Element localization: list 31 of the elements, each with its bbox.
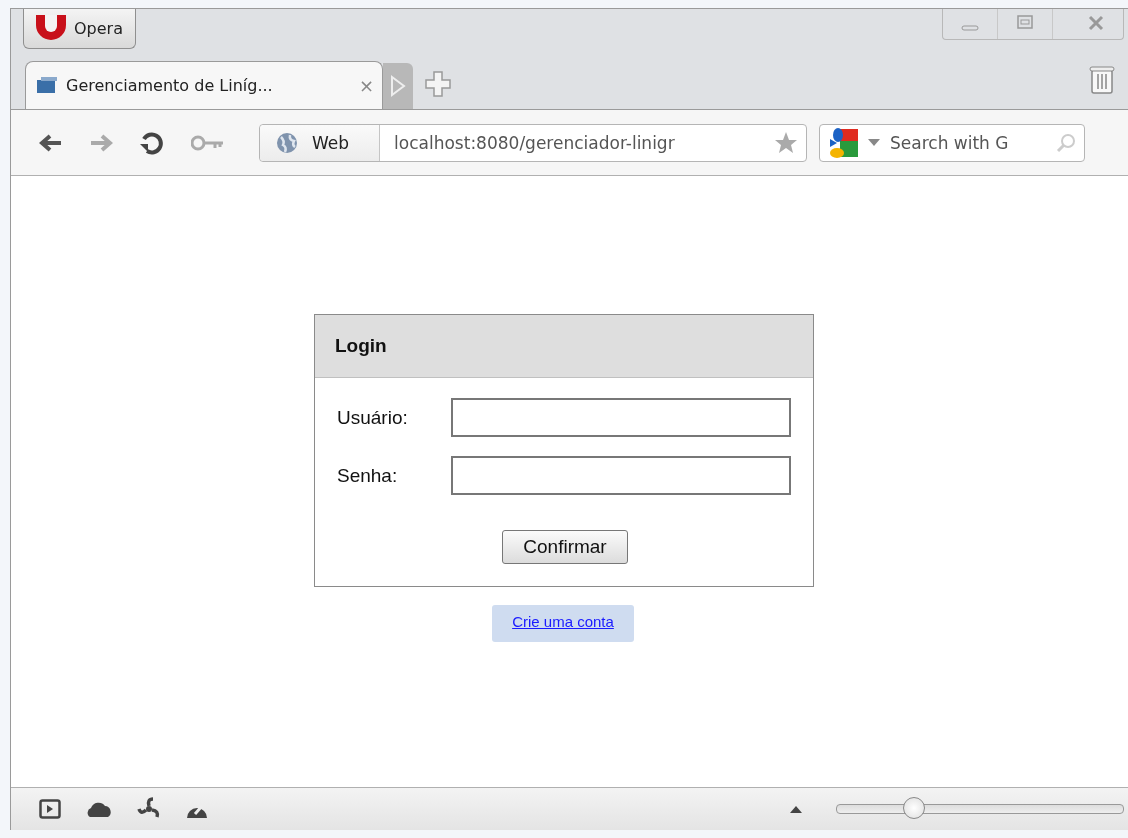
site-icon xyxy=(36,75,58,96)
field-label: Senha: xyxy=(337,464,399,487)
search-icon[interactable] xyxy=(1056,132,1076,153)
reload-icon[interactable] xyxy=(139,129,165,156)
search-engine-icon xyxy=(828,126,860,159)
field-label: Usuário: xyxy=(337,406,409,429)
search-field[interactable]: Search with G xyxy=(819,123,1085,162)
dropdown-caret-icon[interactable] xyxy=(868,138,880,147)
panel-title: Login xyxy=(335,335,387,357)
forward-icon[interactable] xyxy=(89,132,113,153)
tab-scroll-icon[interactable] xyxy=(383,63,413,109)
globe-icon xyxy=(276,131,298,154)
back-icon[interactable] xyxy=(39,132,63,153)
browser-tab[interactable]: Gerenciamento de Liníg... × xyxy=(25,61,383,109)
star-icon[interactable] xyxy=(774,130,798,155)
key-icon[interactable] xyxy=(191,134,225,151)
trash-icon[interactable] xyxy=(1088,63,1116,95)
search-input[interactable]: Search with G xyxy=(888,131,1048,154)
caret-up-icon[interactable] xyxy=(790,805,802,813)
cloud-icon[interactable] xyxy=(85,800,113,818)
input-field[interactable] xyxy=(451,398,791,437)
logo xyxy=(34,14,68,43)
panel-toggle-icon[interactable] xyxy=(39,799,61,819)
web-label: Web xyxy=(312,132,350,153)
create-account-link[interactable]: Crie uma conta xyxy=(492,605,634,642)
slider-thumb[interactable] xyxy=(903,797,926,819)
url-text: localhost:8080/gerenciador-linigr xyxy=(393,132,676,153)
address-field[interactable]: Web localhost:8080/gerenciador-linigr xyxy=(259,123,807,162)
input-field[interactable] xyxy=(451,456,791,495)
confirm-button[interactable]: Confirmar xyxy=(502,530,628,564)
opera-menu-button[interactable]: Opera xyxy=(23,9,136,49)
